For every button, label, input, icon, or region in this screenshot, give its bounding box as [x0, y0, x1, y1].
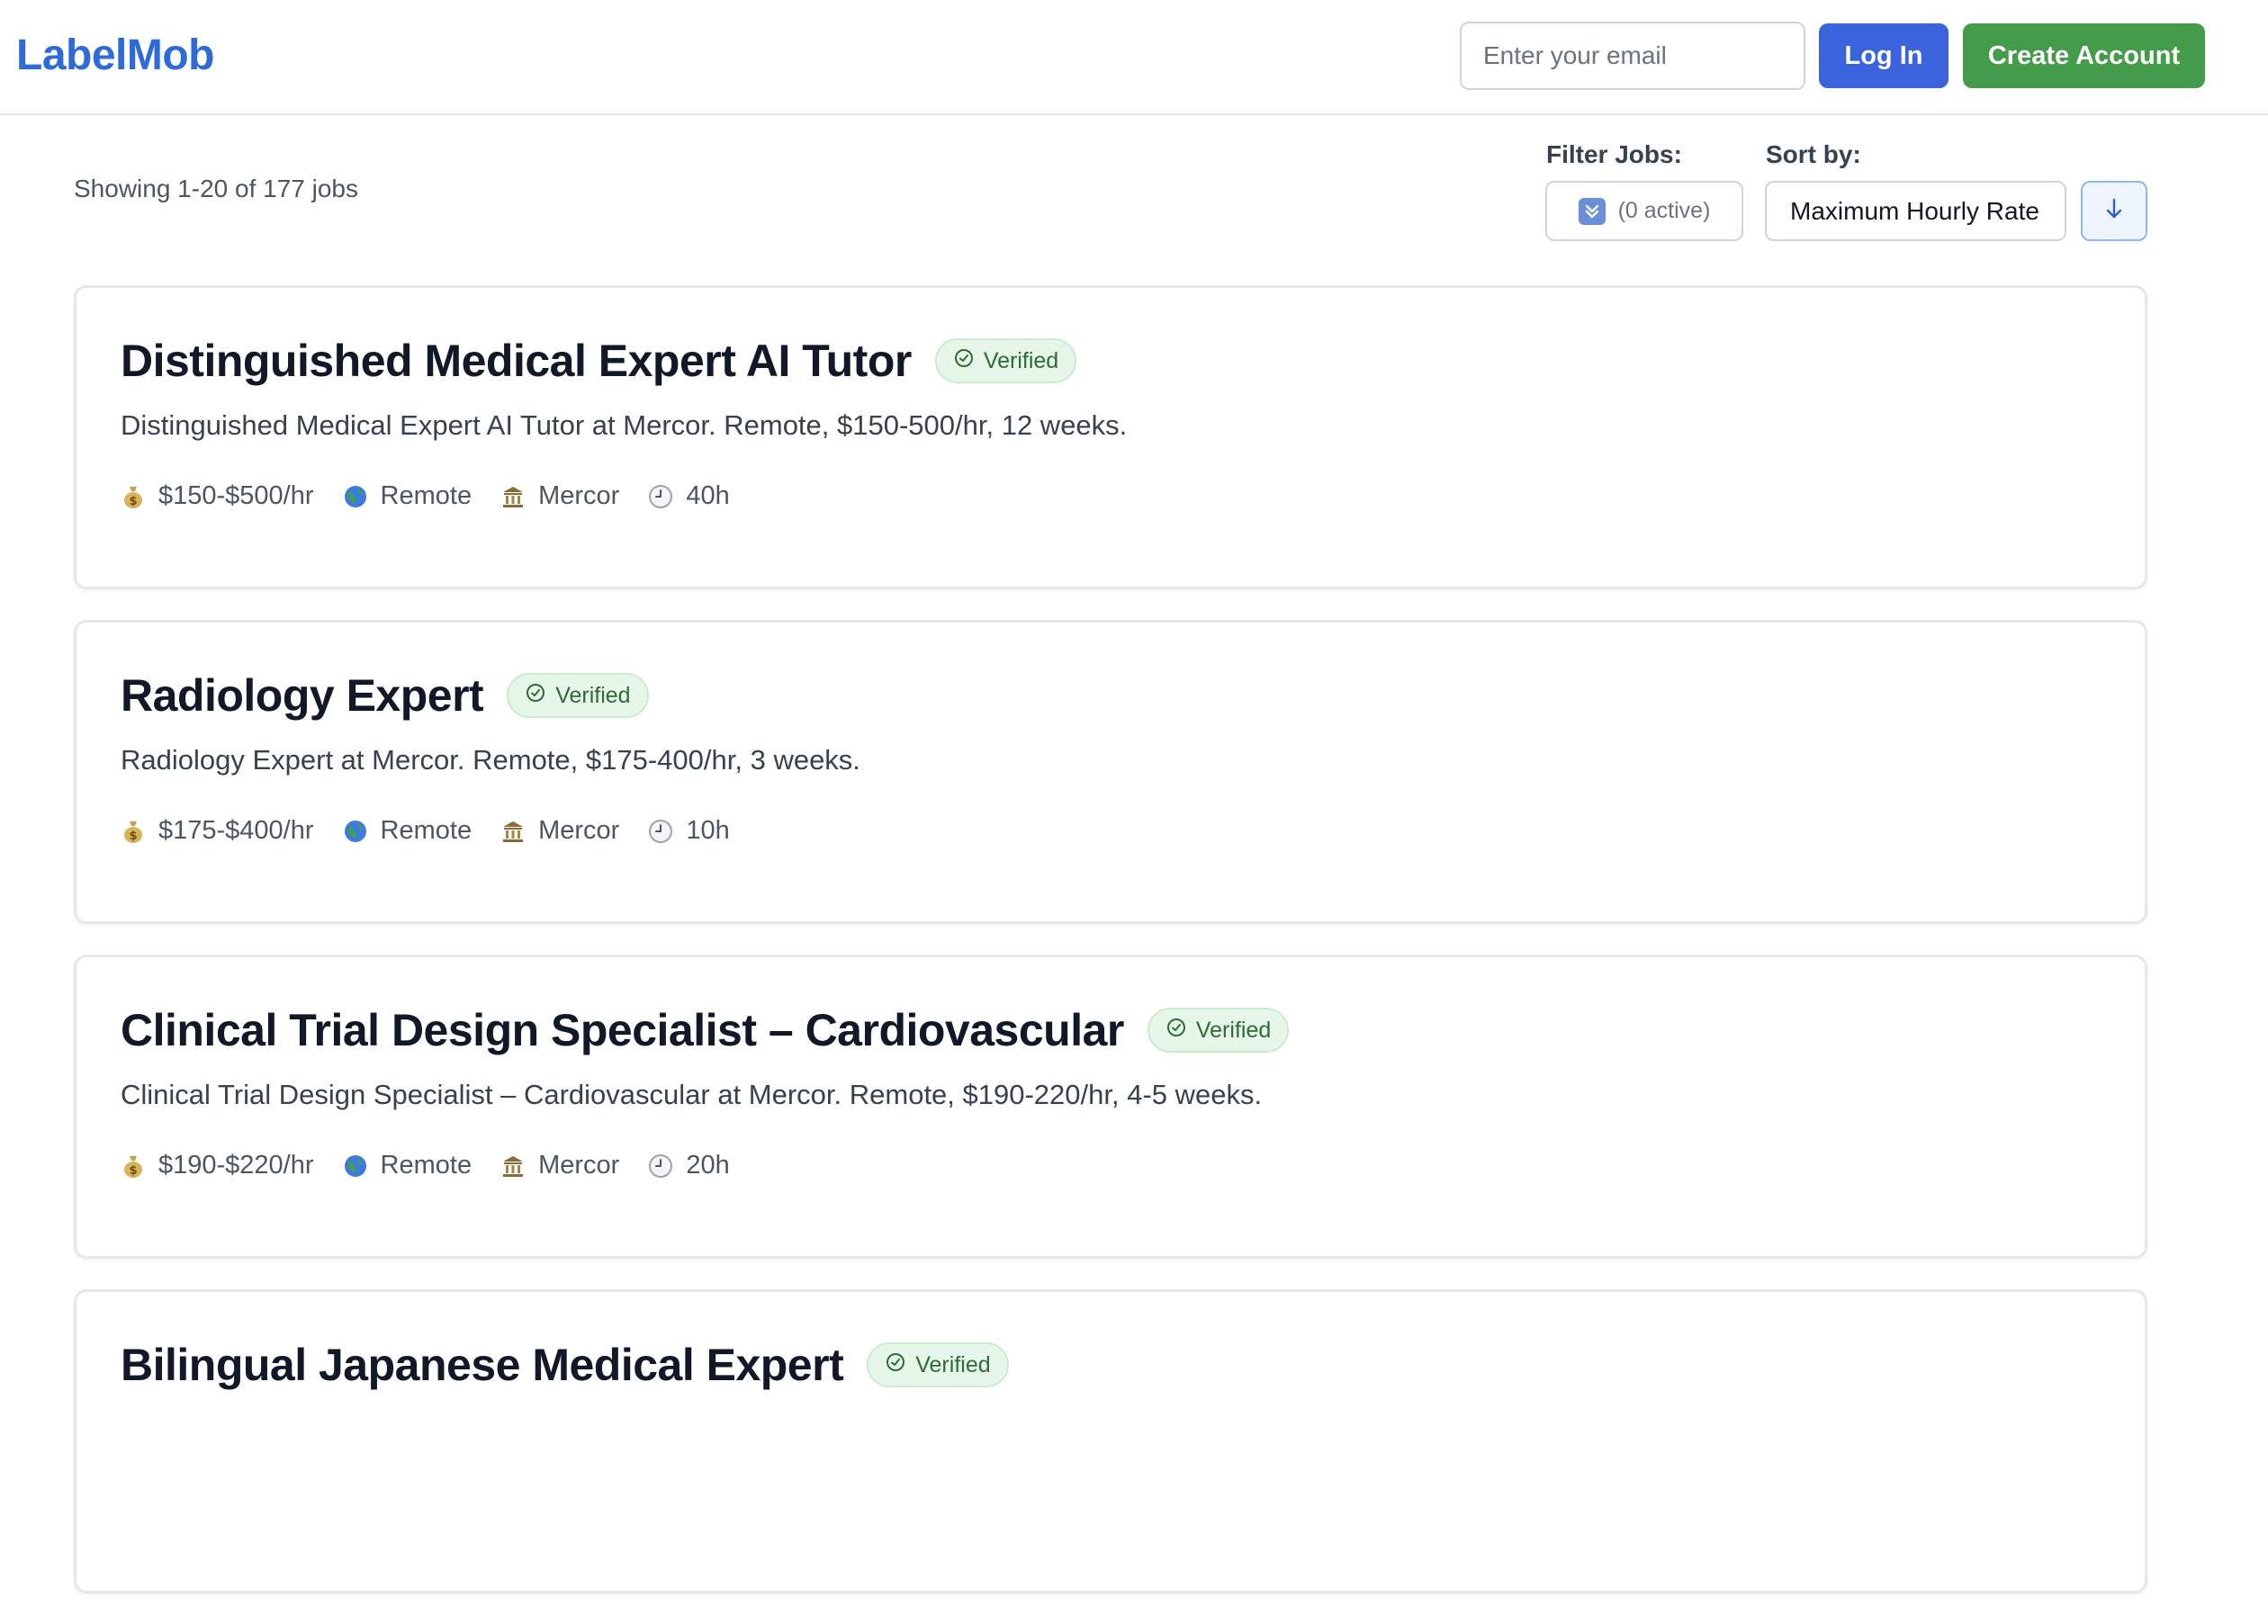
job-company-value: Mercor [538, 816, 620, 845]
job-company: Mercor [500, 481, 619, 511]
logo[interactable]: LabelMob [16, 31, 215, 80]
svg-text:$: $ [129, 495, 137, 508]
job-card[interactable]: Radiology Expert Verified Radiology Expe… [74, 620, 2147, 924]
create-account-button[interactable]: Create Account [1963, 23, 2205, 88]
job-meta: $ $190-$220/hr Remote Mercor 20h [121, 1151, 730, 1180]
job-location: Remote [343, 481, 472, 511]
job-title[interactable]: Radiology Expert [121, 669, 484, 722]
login-button[interactable]: Log In [1819, 23, 1948, 88]
filter-active-count: (0 active) [1617, 198, 1711, 223]
filter-label: Filter Jobs: [1546, 140, 1682, 168]
filter-icon [1578, 197, 1606, 225]
verified-badge: Verified [934, 338, 1077, 383]
svg-text:$: $ [129, 1164, 137, 1178]
job-company-value: Mercor [538, 1151, 620, 1180]
job-company-value: Mercor [538, 481, 620, 510]
results-count: Showing 1-20 of 177 jobs [74, 175, 358, 202]
job-location: Remote [343, 1151, 472, 1180]
sort-select[interactable]: Maximum Hourly Rate [1765, 181, 2066, 241]
job-location-value: Remote [380, 481, 472, 510]
building-icon [500, 1153, 526, 1179]
job-hours: 10h [648, 816, 730, 846]
verified-label: Verified [915, 1351, 991, 1377]
job-description: Distinguished Medical Expert AI Tutor at… [121, 409, 1128, 441]
clock-icon [648, 484, 673, 509]
job-hours-value: 20h [686, 1151, 730, 1180]
check-circle-icon [885, 1351, 906, 1379]
job-description: Radiology Expert at Mercor. Remote, $175… [121, 744, 860, 776]
job-rate: $ $190-$220/hr [121, 1151, 314, 1180]
job-card[interactable]: Distinguished Medical Expert AI Tutor Ve… [74, 285, 2147, 589]
svg-text:$: $ [129, 830, 137, 843]
building-icon [500, 819, 526, 844]
job-rate-value: $150-$500/hr [158, 481, 314, 510]
clock-icon [648, 819, 673, 844]
check-circle-icon [953, 347, 975, 375]
sort-label: Sort by: [1766, 140, 1861, 168]
job-meta: $ $150-$500/hr Remote Mercor 40h [121, 481, 730, 511]
verified-badge: Verified [507, 673, 649, 718]
job-location-value: Remote [380, 816, 472, 845]
verified-label: Verified [1195, 1017, 1272, 1043]
job-header: Radiology Expert Verified [121, 669, 649, 722]
clock-icon [648, 1153, 673, 1179]
job-header: Bilingual Japanese Medical Expert Verifi… [121, 1339, 1009, 1391]
verified-badge: Verified [1147, 1008, 1290, 1053]
globe-icon [343, 819, 368, 844]
job-card[interactable]: Bilingual Japanese Medical Expert Verifi… [74, 1289, 2147, 1593]
money-bag-icon: $ [121, 819, 146, 844]
job-rate: $ $150-$500/hr [121, 481, 314, 511]
check-circle-icon [525, 682, 546, 710]
money-bag-icon: $ [121, 484, 146, 509]
sort-selected-value: Maximum Hourly Rate [1790, 196, 2039, 225]
job-title[interactable]: Clinical Trial Design Specialist – Cardi… [121, 1004, 1124, 1056]
job-title[interactable]: Bilingual Japanese Medical Expert [121, 1339, 844, 1391]
verified-label: Verified [555, 682, 631, 708]
arrow-down-icon [2103, 196, 2125, 226]
verified-badge: Verified [867, 1342, 1009, 1387]
email-input[interactable] [1460, 22, 1805, 90]
building-icon [500, 484, 526, 509]
job-company: Mercor [500, 1151, 619, 1180]
job-rate-value: $190-$220/hr [158, 1151, 314, 1180]
job-description: Clinical Trial Design Specialist – Cardi… [121, 1079, 1263, 1110]
globe-icon [343, 484, 368, 509]
job-card[interactable]: Clinical Trial Design Specialist – Cardi… [74, 955, 2147, 1259]
job-header: Distinguished Medical Expert AI Tutor Ve… [121, 335, 1077, 387]
globe-icon [343, 1153, 368, 1179]
sort-direction-button[interactable] [2081, 181, 2147, 241]
job-list: Distinguished Medical Expert AI Tutor Ve… [74, 285, 2147, 1624]
money-bag-icon: $ [121, 1153, 146, 1179]
job-rate: $ $175-$400/hr [121, 816, 314, 846]
job-hours: 20h [648, 1151, 730, 1180]
job-hours-value: 10h [686, 816, 730, 845]
job-hours-value: 40h [686, 481, 730, 510]
verified-label: Verified [983, 347, 1059, 373]
job-header: Clinical Trial Design Specialist – Cardi… [121, 1004, 1290, 1056]
job-title[interactable]: Distinguished Medical Expert AI Tutor [121, 335, 912, 387]
job-meta: $ $175-$400/hr Remote Mercor 10h [121, 816, 730, 846]
job-company: Mercor [500, 816, 619, 846]
job-rate-value: $175-$400/hr [158, 816, 314, 845]
filter-jobs-button[interactable]: (0 active) [1545, 181, 1743, 241]
top-nav: LabelMob Log In Create Account [0, 0, 2268, 115]
job-location-value: Remote [380, 1151, 472, 1180]
job-location: Remote [343, 816, 472, 846]
check-circle-icon [1166, 1017, 1187, 1045]
job-hours: 40h [648, 481, 730, 511]
